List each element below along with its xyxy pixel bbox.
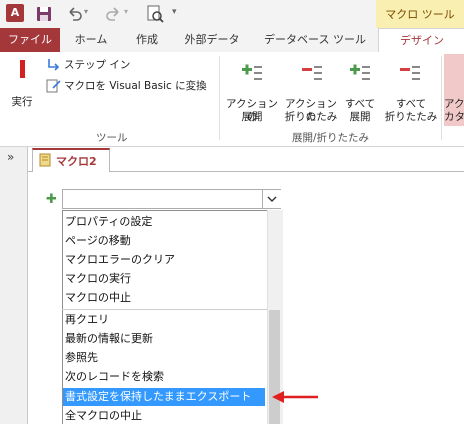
dropdown-item[interactable]: 再クエリ <box>65 311 265 329</box>
group-separator <box>441 56 442 140</box>
dropdown-arrow-icon <box>267 196 277 202</box>
collapse-action-label-2: 折りたたみ <box>284 111 338 123</box>
add-icon: ✚ <box>46 192 57 207</box>
save-icon[interactable] <box>36 6 52 22</box>
redo-icon[interactable] <box>106 6 122 22</box>
undo-dropdown-icon[interactable]: ▾ <box>84 7 88 16</box>
run-icon <box>20 60 25 78</box>
dropdown-item[interactable]: マクロエラーのクリア <box>65 251 265 269</box>
dropdown-item[interactable]: 参照先 <box>65 349 265 367</box>
macro-tools-context-label: マクロ ツール <box>376 0 464 28</box>
collapse-all-button[interactable]: すべて 折りたたみ <box>382 56 440 128</box>
step-in-button[interactable]: ステップ イン <box>64 59 130 72</box>
expand-all-label-1: すべて <box>344 98 376 110</box>
dropdown-arrow-button[interactable] <box>262 190 281 208</box>
annotation-arrow <box>272 391 318 403</box>
convert-to-vba-button[interactable]: マクロを Visual Basic に変換 <box>64 80 207 93</box>
collapse-all-icon <box>400 66 420 80</box>
collapse-action-button[interactable]: アクションの 折りたたみ <box>282 56 340 128</box>
ribbon-tab-row: ファイル ホーム 作成 外部データ データベース ツール デザイン <box>0 28 464 54</box>
dropdown-item[interactable]: マクロの中止 <box>65 289 265 307</box>
dropdown-item[interactable]: マクロの実行 <box>65 270 265 288</box>
group-separator <box>219 56 220 140</box>
redo-dropdown-icon[interactable]: ▾ <box>124 7 128 16</box>
dropdown-item[interactable]: プロパティの設定 <box>65 213 265 231</box>
collapse-all-label-2: 折りたたみ <box>384 111 438 123</box>
tab-home[interactable]: ホーム <box>66 28 116 52</box>
action-dropdown-items: プロパティの設定 ページの移動 マクロエラーのクリア マクロの実行 マクロの中止 再クエリ… <box>62 210 267 424</box>
dropdown-item[interactable]: 全マクロの中止 <box>65 407 265 425</box>
tab-database-tools[interactable]: データベース ツール <box>256 28 374 52</box>
partial-ribbon-button[interactable]: アク カタ <box>444 54 464 126</box>
dropdown-item[interactable]: 書式設定を保持したままエクスポート <box>63 388 265 406</box>
navigation-pane-collapsed[interactable] <box>0 147 28 424</box>
tab-design[interactable]: デザイン <box>378 28 464 54</box>
dropdown-item[interactable]: 最新の情報に更新 <box>65 330 265 348</box>
add-new-action-combo[interactable] <box>62 189 281 209</box>
convert-icon <box>46 79 61 93</box>
collapse-action-icon <box>302 66 322 80</box>
collapse-all-label-1: すべて <box>395 98 427 110</box>
tab-file[interactable]: ファイル <box>0 28 60 52</box>
document-tab-macro2[interactable]: マクロ2 <box>32 148 110 172</box>
step-in-icon <box>48 59 60 71</box>
dropdown-scroll-thumb[interactable] <box>269 310 280 424</box>
tab-external-data[interactable]: 外部データ <box>176 28 248 52</box>
ribbon: 実行 ステップ イン マクロを Visual Basic に変換 ツール アクシ… <box>0 52 464 147</box>
access-app-icon: A <box>6 4 24 22</box>
expand-all-button[interactable]: すべて 展開 <box>340 56 380 128</box>
expand-all-label-2: 展開 <box>349 111 371 123</box>
run-button[interactable]: 実行 <box>4 56 40 116</box>
nav-expand-icon[interactable]: » <box>7 150 14 164</box>
macro-icon <box>39 153 51 167</box>
print-preview-icon[interactable] <box>146 5 164 23</box>
tools-group-label: ツール <box>96 132 128 144</box>
expand-collapse-group-label: 展開/折りたたみ <box>292 132 370 144</box>
expand-action-icon <box>242 64 262 80</box>
partial-label-2: カタ <box>444 111 464 123</box>
tab-create[interactable]: 作成 <box>122 28 172 52</box>
document-tab-label: マクロ2 <box>56 155 97 168</box>
dropdown-item[interactable]: 次のレコードを検索 <box>65 368 265 386</box>
expand-action-button[interactable]: アクションの 展開 <box>222 56 282 128</box>
dropdown-divider <box>62 309 267 310</box>
partial-label-1: アク <box>444 98 464 110</box>
expand-all-icon <box>350 64 370 80</box>
dropdown-item[interactable]: ページの移動 <box>65 232 265 250</box>
expand-action-label-2: 展開 <box>241 111 263 123</box>
run-label: 実行 <box>11 96 33 108</box>
undo-icon[interactable] <box>66 6 82 22</box>
customize-qat-icon[interactable]: ▾ <box>172 7 177 17</box>
